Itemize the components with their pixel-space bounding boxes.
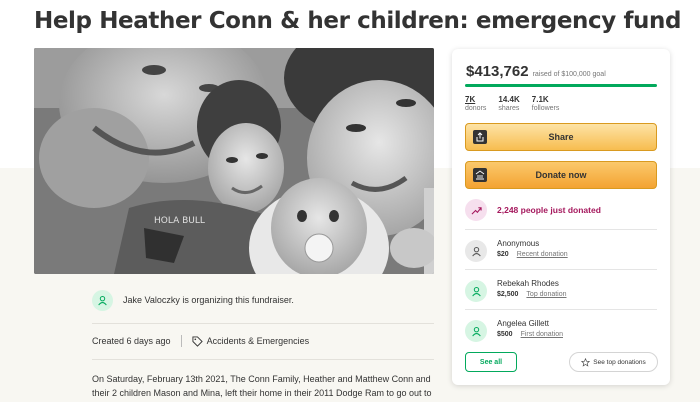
onesie-text: HOLA BULL bbox=[154, 216, 205, 226]
share-icon bbox=[473, 130, 487, 144]
donor-name: Angelea Gillett bbox=[497, 319, 550, 328]
donation-amount: $20 bbox=[497, 251, 509, 258]
donation-tag-link[interactable]: Top donation bbox=[526, 291, 566, 298]
stat-shares: 14.4K shares bbox=[498, 95, 519, 112]
donation-tag-link[interactable]: First donation bbox=[521, 331, 563, 338]
user-icon bbox=[465, 280, 487, 302]
star-icon bbox=[581, 357, 591, 367]
stat-value: 7.1K bbox=[531, 95, 549, 104]
share-button[interactable]: Share bbox=[465, 123, 657, 151]
organizer-text: Jake Valoczky is organizing this fundrai… bbox=[123, 295, 294, 305]
trending-up-icon bbox=[465, 199, 487, 221]
raised-amount: $413,762 bbox=[466, 63, 529, 80]
user-icon bbox=[465, 240, 487, 262]
donation-tag-link[interactable]: Recent donation bbox=[517, 251, 568, 258]
divider bbox=[465, 229, 657, 230]
donation-card: $413,762 raised of $100,000 goal 7K dono… bbox=[452, 49, 670, 385]
donate-label: Donate now bbox=[535, 170, 587, 180]
trending-text: 2,248 people just donated bbox=[497, 205, 601, 215]
donation-item: Anonymous $20 Recent donation bbox=[465, 239, 568, 262]
divider bbox=[465, 269, 657, 270]
stat-value: 7K bbox=[465, 95, 476, 104]
donate-icon bbox=[473, 168, 487, 182]
donate-now-button[interactable]: Donate now bbox=[465, 161, 657, 189]
stat-followers: 7.1K followers bbox=[532, 95, 560, 112]
tag-icon bbox=[192, 335, 203, 347]
donation-amount: $2,500 bbox=[497, 291, 519, 298]
donation-amount: $500 bbox=[497, 331, 513, 338]
user-icon bbox=[92, 289, 113, 311]
donor-name: Rebekah Rhodes bbox=[497, 279, 559, 288]
divider bbox=[465, 309, 657, 310]
stat-label: followers bbox=[531, 105, 560, 112]
progress-fill bbox=[465, 84, 657, 87]
donation-item: Angelea Gillett $500 First donation bbox=[465, 319, 563, 342]
progress-bar bbox=[465, 84, 657, 87]
organizer-row: Jake Valoczky is organizing this fundrai… bbox=[92, 288, 434, 312]
share-label: Share bbox=[548, 132, 574, 142]
trending-row: 2,248 people just donated bbox=[465, 199, 601, 221]
created-date: Created 6 days ago bbox=[92, 336, 171, 346]
stat-value: 14.4K bbox=[498, 95, 520, 104]
meta-separator bbox=[180, 335, 182, 347]
page-title: Help Heather Conn & her children: emerge… bbox=[34, 8, 682, 34]
campaign-photo: HOLA BULL bbox=[34, 48, 434, 274]
meta-row: Created 6 days ago Accidents & Emergenci… bbox=[92, 333, 309, 349]
see-top-donations-button[interactable]: See top donations bbox=[569, 352, 658, 372]
stats-row: 7K donors 14.4K shares 7.1K followers bbox=[465, 95, 571, 112]
goal-text: raised of $100,000 goal bbox=[532, 71, 606, 78]
story-text: On Saturday, February 13th 2021, The Con… bbox=[92, 374, 432, 398]
stat-label: shares bbox=[498, 105, 520, 112]
donation-item: Rebekah Rhodes $2,500 Top donation bbox=[465, 279, 567, 302]
stat-label: donors bbox=[465, 105, 487, 112]
category-link[interactable]: Accidents & Emergencies bbox=[207, 336, 310, 346]
donor-name: Anonymous bbox=[497, 239, 540, 248]
user-icon bbox=[465, 320, 487, 342]
stat-donors[interactable]: 7K donors bbox=[465, 95, 486, 112]
see-top-label: See top donations bbox=[593, 358, 646, 366]
divider bbox=[92, 359, 434, 360]
raised-summary: $413,762 raised of $100,000 goal bbox=[466, 63, 606, 80]
divider bbox=[92, 323, 434, 324]
see-all-button[interactable]: See all bbox=[465, 352, 517, 372]
